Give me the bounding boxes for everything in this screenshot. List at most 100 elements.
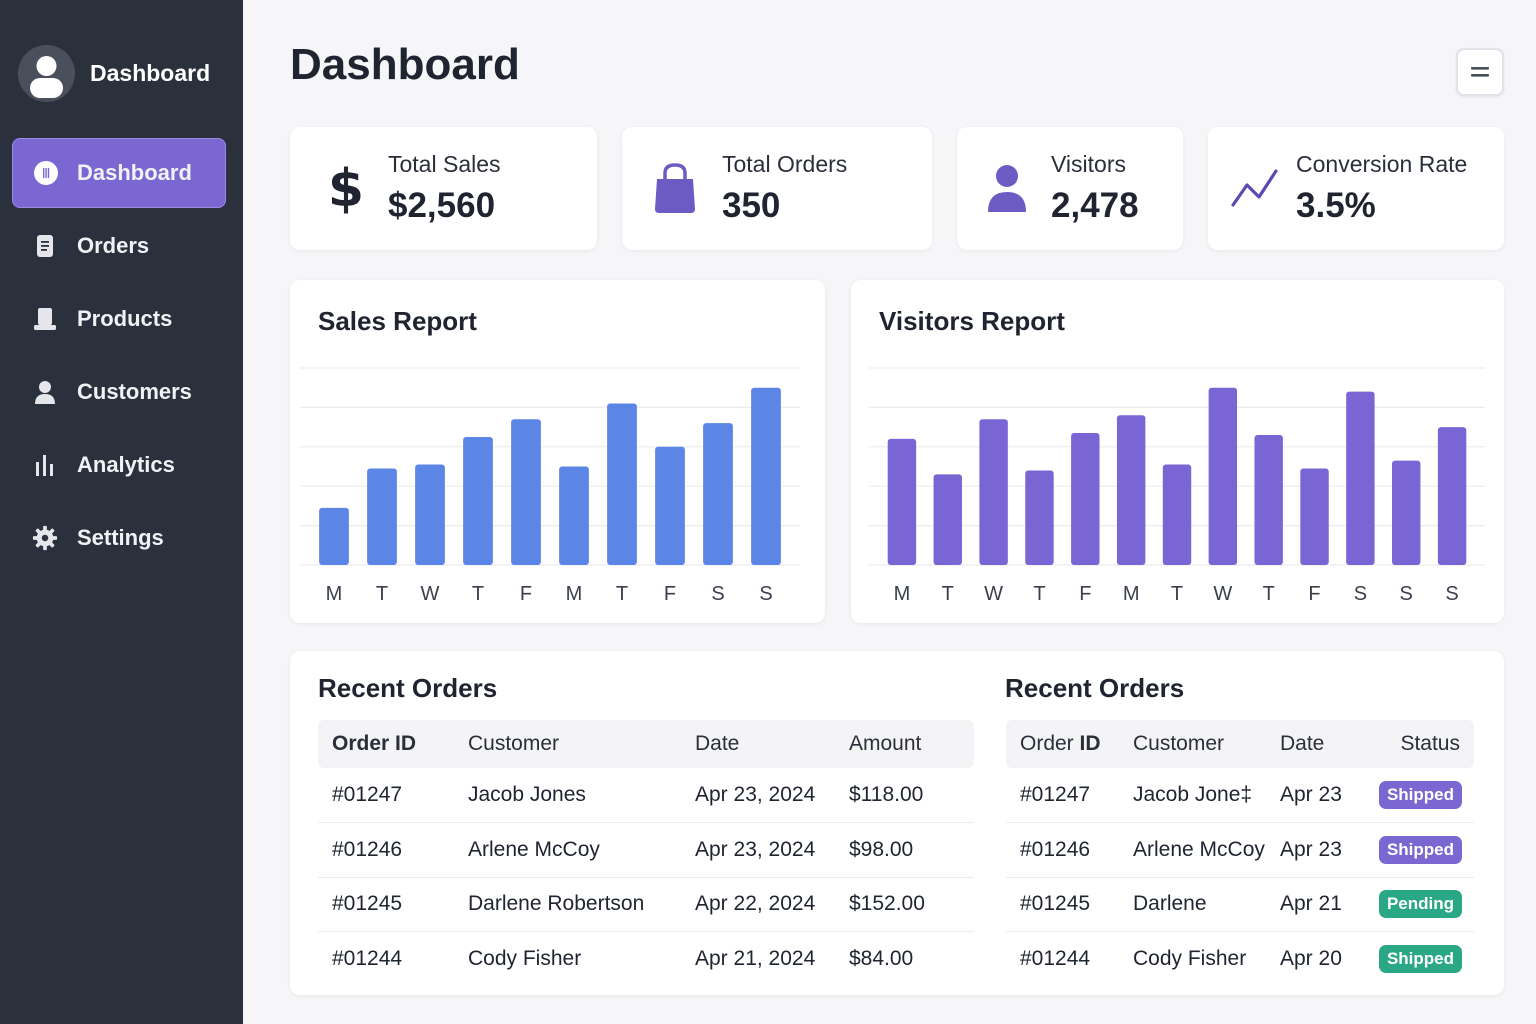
- recent-orders-status-table: Order ID Customer Date Status #01247 Jaco…: [1006, 720, 1474, 986]
- order-amount: $152.00: [849, 877, 974, 932]
- stat-card-total-orders: Total Orders 350: [622, 127, 932, 250]
- customer-name: Darlene Robertson: [468, 877, 695, 932]
- sidebar-item-analytics[interactable]: Analytics: [12, 430, 226, 500]
- sidebar-item-customers[interactable]: Customers: [12, 357, 226, 427]
- menu-button[interactable]: [1456, 48, 1504, 96]
- sidebar: Dashboard Dashboard Orders Products Cust…: [0, 0, 243, 1024]
- document-icon: [32, 233, 58, 259]
- bar[interactable]: [1025, 470, 1054, 565]
- column-header[interactable]: Date: [695, 720, 849, 768]
- bar[interactable]: [1437, 427, 1467, 565]
- x-tick-label: W: [421, 583, 440, 605]
- bar[interactable]: [979, 419, 1008, 565]
- table-row[interactable]: #01244 Cody Fisher Apr 21, 2024 $84.00: [318, 932, 974, 987]
- customer-name: Cody Fisher: [468, 947, 582, 970]
- x-tick-label: T: [472, 583, 484, 605]
- user-icon: [985, 159, 1029, 219]
- bar[interactable]: [463, 436, 493, 565]
- x-tick-label: S: [1354, 583, 1367, 605]
- sidebar-item-settings[interactable]: Settings: [12, 503, 226, 573]
- sales-report-card: Sales Report MTWTFMTFSS: [290, 280, 825, 623]
- x-tick-label: M: [894, 583, 911, 605]
- bar[interactable]: [887, 438, 917, 565]
- x-tick-label: W: [1213, 583, 1232, 605]
- table-row[interactable]: #01246 Arlene McCoy Apr 23, 2024 $98.00: [318, 822, 974, 878]
- bar[interactable]: [1254, 434, 1283, 565]
- brand-name: Dashboard: [90, 60, 211, 86]
- table-title: Recent Orders: [318, 673, 498, 703]
- column-header[interactable]: Customer: [1133, 720, 1280, 768]
- table-row[interactable]: #01245 Darlene Robertson Apr 22, 2024 $1…: [318, 877, 974, 932]
- stat-value: 2,478: [1051, 186, 1139, 225]
- stat-label: Visitors: [1051, 151, 1126, 177]
- sidebar-item-products[interactable]: Products: [12, 284, 226, 354]
- dollar-icon: $: [327, 158, 365, 219]
- table-row[interactable]: #01247 Jacob Jone‡ Apr 23 Shipped: [1006, 768, 1474, 823]
- order-date: Apr 22, 2024: [695, 877, 849, 932]
- x-tick-label: T: [942, 583, 954, 605]
- x-tick-label: T: [1263, 583, 1275, 605]
- column-header[interactable]: Order ID: [1006, 720, 1133, 768]
- menu-icon: [1471, 67, 1489, 77]
- customer-name: Darlene: [1133, 877, 1280, 932]
- table-header: Order ID Customer Date Amount: [318, 720, 974, 768]
- brand: Dashboard: [18, 45, 210, 102]
- bar[interactable]: [1346, 391, 1375, 565]
- status-cell: Shipped: [1364, 822, 1474, 878]
- stat-label: Conversion Rate: [1296, 151, 1468, 177]
- sidebar-item-label: Dashboard: [77, 160, 192, 185]
- table-header: Order ID Customer Date Status: [1006, 720, 1474, 768]
- sidebar-item-orders[interactable]: Orders: [12, 211, 226, 281]
- sidebar-item-label: Orders: [77, 233, 150, 258]
- visitors-report-card: Visitors Report MTWTFMTWTFSSS: [851, 280, 1504, 623]
- order-id: #01247: [318, 768, 468, 823]
- customer-name: Arlene McCoy: [468, 822, 695, 878]
- bar[interactable]: [655, 446, 685, 565]
- bar[interactable]: [511, 419, 541, 565]
- customer-name: Arlene McCoy: [1133, 822, 1280, 878]
- bar[interactable]: [415, 464, 445, 565]
- bar[interactable]: [1116, 415, 1146, 565]
- column-header[interactable]: Customer: [468, 720, 695, 768]
- bar[interactable]: [1300, 468, 1329, 565]
- column-header[interactable]: Date: [1280, 720, 1364, 768]
- stat-value: $2,560: [388, 186, 496, 225]
- bar[interactable]: [367, 468, 397, 565]
- stat-label: Total Sales: [388, 151, 501, 177]
- bar[interactable]: [1162, 464, 1192, 565]
- trend-line-icon: [1230, 159, 1280, 219]
- column-header[interactable]: Status: [1364, 720, 1474, 768]
- avatar[interactable]: [18, 45, 75, 102]
- order-date: Apr 23: [1280, 768, 1364, 823]
- table-row[interactable]: #01246 Arlene McCoy Apr 23 Shipped: [1006, 822, 1474, 878]
- x-tick-label: W: [984, 583, 1003, 605]
- order-date: Apr 23, 2024: [695, 768, 849, 823]
- recent-orders-card: Recent Orders Order ID Customer Date Amo…: [290, 651, 1504, 995]
- table-row[interactable]: #01244 Cody Fisher Apr 20 Shipped: [1006, 932, 1474, 987]
- bar[interactable]: [933, 474, 962, 565]
- order-date: Apr 21, 2024: [695, 947, 816, 970]
- x-tick-label: T: [1033, 583, 1045, 605]
- bar[interactable]: [751, 387, 781, 565]
- customer-name: Jacob Jone‡: [1133, 768, 1280, 823]
- sidebar-nav: Dashboard Orders Products Customers Anal…: [12, 138, 226, 576]
- table-row[interactable]: #01247 Jacob Jones Apr 23, 2024 $118.00: [318, 768, 974, 823]
- stat-card-visitors: Visitors 2,478: [957, 127, 1183, 250]
- bar[interactable]: [319, 507, 349, 565]
- bar[interactable]: [1208, 387, 1238, 565]
- bar[interactable]: [1392, 460, 1421, 565]
- page-title: Dashboard: [290, 40, 520, 89]
- bar[interactable]: [1071, 433, 1100, 565]
- column-header[interactable]: Order ID: [318, 720, 468, 768]
- sidebar-item-label: Analytics: [77, 452, 175, 477]
- x-tick-label: S: [1400, 583, 1413, 605]
- x-tick-label: T: [376, 583, 388, 605]
- visitors-report-chart: MTWTFMTWTFSSS: [869, 367, 1485, 605]
- bar[interactable]: [559, 466, 589, 566]
- recent-orders-table: Order ID Customer Date Amount #01247 Jac…: [318, 720, 974, 986]
- table-row[interactable]: #01245 Darlene Apr 21 Pending: [1006, 877, 1474, 932]
- bar[interactable]: [607, 403, 637, 565]
- sidebar-item-dashboard[interactable]: Dashboard: [12, 138, 226, 208]
- column-header[interactable]: Amount: [849, 720, 974, 768]
- bar[interactable]: [703, 423, 733, 565]
